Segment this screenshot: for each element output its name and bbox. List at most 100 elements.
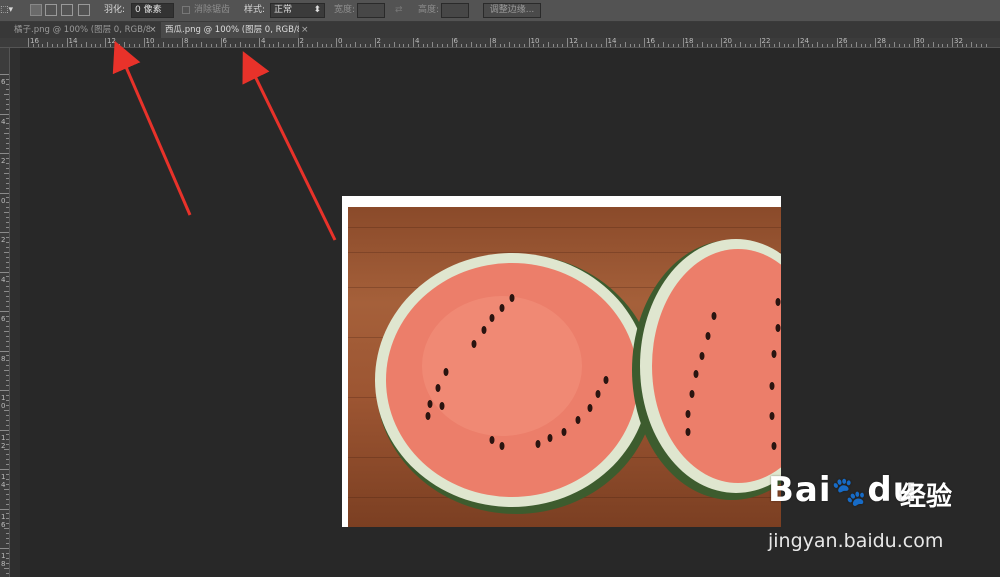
ruler-tick bbox=[105, 38, 106, 47]
ruler-tick bbox=[783, 44, 785, 47]
ruler-tick bbox=[0, 390, 9, 391]
ruler-horizontal[interactable]: 16 14 12 10 8 6 4 2 0 2 4 6 8 10 12 14 16 18 20 22 24 26 28 30 3… bbox=[0, 38, 1000, 48]
ruler-tick bbox=[6, 222, 9, 224]
new-selection-icon[interactable] bbox=[30, 4, 42, 16]
ruler-tick bbox=[571, 44, 573, 47]
intersect-selection-icon[interactable] bbox=[78, 4, 90, 16]
ruler-tick bbox=[6, 320, 9, 322]
style-select-value: 正常 bbox=[274, 5, 293, 15]
ruler-tick bbox=[6, 503, 9, 505]
style-select[interactable]: 正常 ⬍ bbox=[270, 3, 325, 18]
ruler-tick bbox=[980, 44, 982, 47]
ruler-tick bbox=[6, 365, 9, 367]
ruler-tick bbox=[4, 488, 9, 490]
ruler-tick bbox=[677, 44, 679, 47]
ruler-tick bbox=[6, 266, 9, 268]
ruler-tick bbox=[778, 42, 780, 47]
ruler-tick bbox=[0, 469, 9, 470]
ruler-tick-label: 2 bbox=[1, 157, 6, 165]
ruler-tick bbox=[321, 44, 323, 47]
ruler-tick bbox=[4, 528, 9, 530]
add-to-selection-icon[interactable] bbox=[45, 4, 57, 16]
ruler-tick bbox=[6, 464, 9, 466]
ruler-tick bbox=[6, 256, 9, 258]
tab-orange-png[interactable]: 橘子.png @ 100% (图层 0, RGB/8) bbox=[10, 22, 150, 38]
ruler-tick bbox=[523, 44, 525, 47]
ruler-tick bbox=[6, 493, 9, 495]
tab-watermelon-png[interactable]: 西瓜.png @ 100% (图层 0, RGB/8) bbox=[161, 22, 299, 38]
ruler-tick bbox=[629, 44, 631, 47]
ruler-tick bbox=[615, 44, 617, 47]
height-input[interactable] bbox=[441, 3, 469, 18]
ruler-tick bbox=[759, 38, 761, 47]
ruler-tick bbox=[432, 42, 434, 47]
subtract-from-selection-icon[interactable] bbox=[61, 4, 73, 16]
ruler-tick bbox=[6, 478, 9, 480]
refine-edge-button[interactable]: 调整边缘... bbox=[483, 3, 541, 18]
ruler-tick bbox=[552, 44, 554, 47]
ruler-tick bbox=[908, 44, 910, 47]
ruler-tick bbox=[846, 44, 848, 47]
ruler-tick bbox=[215, 44, 217, 47]
ruler-tick bbox=[831, 44, 833, 47]
ruler-tick bbox=[730, 44, 732, 47]
ruler-tick bbox=[985, 44, 987, 47]
ruler-tick bbox=[465, 44, 467, 47]
ruler-tick bbox=[230, 44, 232, 47]
ruler-tick bbox=[6, 281, 9, 283]
swap-width-height-icon[interactable]: ⇄ bbox=[395, 3, 403, 18]
width-input[interactable] bbox=[357, 3, 385, 18]
ruler-tick bbox=[6, 498, 9, 500]
ruler-tick bbox=[413, 38, 414, 47]
ruler-tick bbox=[0, 113, 9, 115]
antialias-checkbox[interactable] bbox=[182, 6, 190, 14]
ruler-tick bbox=[817, 42, 819, 47]
ruler-tick bbox=[6, 552, 9, 554]
ruler-tick bbox=[6, 182, 9, 184]
ruler-tick bbox=[6, 286, 9, 288]
ruler-tick-label: 1 6 bbox=[1, 512, 6, 529]
ruler-tick bbox=[6, 404, 9, 406]
ruler-tick bbox=[6, 562, 9, 564]
ruler-tick bbox=[475, 44, 477, 47]
ruler-tick bbox=[6, 360, 9, 362]
ruler-tick bbox=[254, 44, 256, 47]
ruler-tick bbox=[865, 44, 867, 47]
watermelon-halves bbox=[375, 239, 781, 514]
ruler-tick bbox=[961, 44, 963, 47]
ruler-tick bbox=[6, 108, 9, 110]
ruler-tick bbox=[6, 419, 9, 421]
ruler-tick bbox=[331, 44, 333, 47]
tab-label: 西瓜.png @ 100% (图层 0, RGB/8) bbox=[165, 25, 299, 35]
ruler-tick bbox=[6, 246, 9, 248]
ruler-tick bbox=[364, 44, 366, 47]
ruler-tick bbox=[6, 473, 9, 475]
ruler-tick-label: 2 bbox=[1, 236, 6, 244]
ruler-tick bbox=[167, 44, 169, 47]
ruler-tick bbox=[4, 251, 9, 253]
chevron-down-icon: ⬍ bbox=[313, 5, 321, 15]
ruler-tick bbox=[225, 44, 227, 47]
ruler-tick bbox=[210, 44, 212, 47]
ruler-tick bbox=[0, 429, 9, 431]
ruler-tick bbox=[557, 44, 559, 47]
tab-label: 橘子.png @ 100% (图层 0, RGB/8) bbox=[14, 25, 150, 35]
ruler-tick bbox=[6, 162, 9, 164]
tab-close-icon[interactable]: × bbox=[149, 22, 157, 38]
tab-close-icon[interactable]: × bbox=[301, 22, 309, 38]
ruler-tick bbox=[283, 44, 285, 47]
ruler-tick bbox=[716, 44, 718, 47]
ruler-tick bbox=[85, 42, 87, 47]
ruler-vertical[interactable]: 6 4 2 0 2 4 6 8 1 0 1 2 1 4 1 6 1 8 bbox=[0, 48, 10, 577]
ruler-tick bbox=[109, 44, 111, 47]
ruler-tick bbox=[773, 44, 775, 47]
ruler-tick bbox=[32, 44, 34, 47]
marquee-tool-preset-icon[interactable]: ⬚▾ bbox=[0, 3, 20, 18]
ruler-tick bbox=[446, 44, 448, 47]
ruler-tick-label: 0 bbox=[1, 196, 6, 205]
document-tabs: 橘子.png @ 100% (图层 0, RGB/8) × 西瓜.png @ 1… bbox=[0, 22, 1000, 38]
ruler-tick bbox=[456, 44, 458, 47]
ruler-tick bbox=[754, 44, 756, 47]
ruler-tick bbox=[567, 38, 568, 47]
feather-input[interactable]: 0 像素 bbox=[131, 3, 174, 18]
